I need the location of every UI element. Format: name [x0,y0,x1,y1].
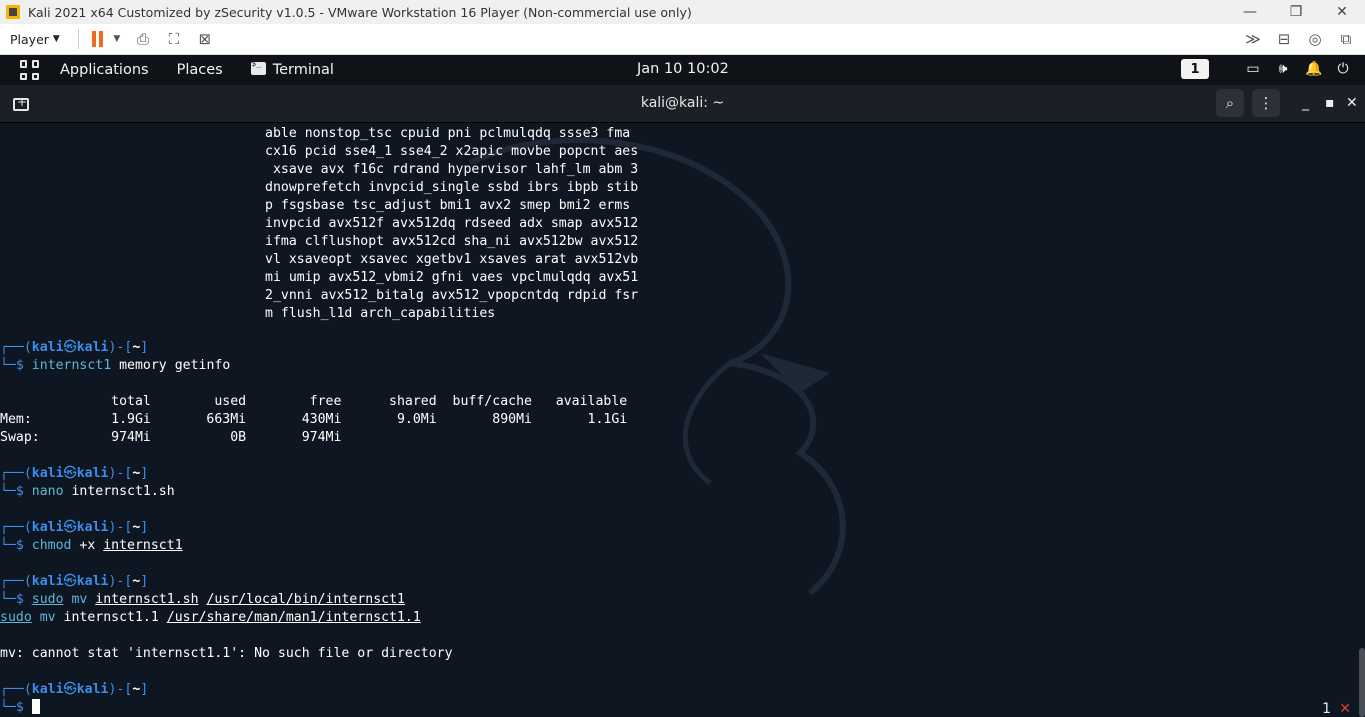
hard-disk-icon[interactable]: ⊟ [1273,30,1295,48]
pause-dropdown-icon[interactable]: ▼ [111,30,123,48]
cd-drive-icon[interactable]: ◎ [1304,30,1326,48]
applications-menu[interactable]: Applications [60,62,149,78]
terminal-header-bar: kali@kali: ~ ⌕ ⋮ _ ▪ ✕ [0,85,1365,123]
prompt-line: ┌──(kali㉿kali)-[~] [0,466,149,481]
search-icon: ⌕ [1225,94,1235,112]
bell-icon[interactable]: 🔔 [1305,61,1322,77]
player-menu-button[interactable]: Player ▼ [0,32,70,47]
terminal-close-button[interactable]: ✕ [1346,95,1358,111]
command-line: └─$ nano internsct1.sh [0,484,175,499]
vmware-toolbar: Player ▼ ▼ ⎙ ⛶ ⊠ ≫ ⊟ ◎ ⧉ [0,24,1365,55]
cpu-flags-line: dnowprefetch invpcid_single ssbd ibrs ib… [265,180,639,195]
minimize-button[interactable]: — [1227,4,1273,20]
player-menu-label: Player [10,31,49,47]
command-line: └─$ internsct1 memory getinfo [0,358,231,373]
clock[interactable]: Jan 10 10:02 [637,61,729,77]
power-icon[interactable]: ⏻ [1335,61,1351,77]
cpu-flags-line: able nonstop_tsc cpuid pni pclmulqdq sss… [265,126,631,141]
prompt-line: ┌──(kali㉿kali)-[~] [0,520,149,535]
double-chevron-right-icon[interactable]: ≫ [1242,30,1264,48]
restore-button[interactable]: ❐ [1273,4,1319,20]
cpu-flags-line: vl xsaveopt xsavec xgetbv1 xsaves arat a… [265,252,639,267]
cpu-flags-line: m flush_l1d arch_capabilities [265,306,496,321]
cpu-flags-line: p fsgsbase tsc_adjust bmi1 avx2 smep bmi… [265,198,631,213]
chevron-down-icon: ▼ [52,34,60,44]
command-line: └─$ chmod +x internsct1 [0,538,183,553]
terminal-app-menu[interactable]: Terminal [250,59,334,78]
memory-header-row: total used free shared buff/cache availa… [0,394,628,409]
active-command-line[interactable]: └─$ [0,699,40,717]
command-line-continued: sudo mv internsct1.1 /usr/share/man/man1… [0,610,421,625]
status-error-icon: ✕ [1339,701,1351,717]
terminal-title: kali@kali: ~ [640,95,725,111]
cpu-flags-line: xsave avx f16c rdrand hypervisor lahf_lm… [265,162,639,177]
window-title: Kali 2021 x64 Customized by zSecurity v1… [28,4,692,20]
status-count: 1 [1322,701,1331,717]
volume-icon[interactable]: 🕪 [1275,61,1291,77]
memory-mem-row: Mem: 1.9Gi 663Mi 430Mi 9.0Mi 890Mi 1.1Gi [0,412,628,427]
close-button[interactable]: ✕ [1319,4,1365,20]
places-menu[interactable]: Places [177,62,223,78]
fullscreen-icon[interactable]: ⛶ [163,30,185,48]
terminal-icon [250,59,266,75]
cpu-flags-line: 2_vnni avx512_bitalg avx512_vpopcntdq rd… [265,288,639,303]
terminal-maximize-button[interactable]: ▪ [1325,95,1335,111]
menu-button[interactable]: ⋮ [1252,89,1280,117]
text-cursor [31,699,40,714]
prompt-line: ┌──(kali㉿kali)-[~] [0,574,149,589]
terminal-scrollbar[interactable] [1359,648,1365,717]
prompt-line: ┌──(kali㉿kali)-[~] [0,682,149,697]
app-grid-icon[interactable] [20,60,40,80]
terminal-app-label: Terminal [272,62,334,78]
vmware-title-bar: Kali 2021 x64 Customized by zSecurity v1… [0,0,1365,24]
workspace-indicator[interactable]: 1 [1181,59,1209,79]
cpu-flags-line: ifma clflushopt avx512cd sha_ni avx512bw… [265,234,639,249]
error-message: mv: cannot stat 'internsct1.1': No such … [0,646,453,661]
terminal-output[interactable]: able nonstop_tsc cpuid pni pclmulqdq sss… [0,123,1365,717]
cpu-flags-line: invpcid avx512f avx512dq rdseed adx smap… [265,216,639,231]
memory-swap-row: Swap: 974Mi 0B 974Mi [0,430,342,445]
network-adapter-icon[interactable]: ⧉ [1335,30,1357,48]
vmware-logo-icon [6,5,20,19]
unity-icon[interactable]: ⊠ [194,30,216,48]
display-icon[interactable]: ▭ [1245,61,1261,77]
desktop-top-bar: Applications Places Terminal Jan 10 10:0… [0,55,1365,85]
pause-icon[interactable] [91,31,105,47]
prompt-line: ┌──(kali㉿kali)-[~] [0,340,149,355]
command-line: └─$ sudo mv internsct1.sh /usr/local/bin… [0,592,405,607]
kebab-menu-icon: ⋮ [1258,94,1274,112]
cpu-flags-line: mi umip avx512_vbmi2 gfni vaes vpclmulqd… [265,270,639,285]
terminal-minimize-button[interactable]: _ [1302,95,1309,111]
toolbar-divider [77,29,79,49]
send-ctrl-alt-del-icon[interactable]: ⎙ [132,30,154,48]
cpu-flags-line: cx16 pcid sse4_1 sse4_2 x2apic movbe pop… [265,144,639,159]
search-button[interactable]: ⌕ [1216,89,1244,117]
